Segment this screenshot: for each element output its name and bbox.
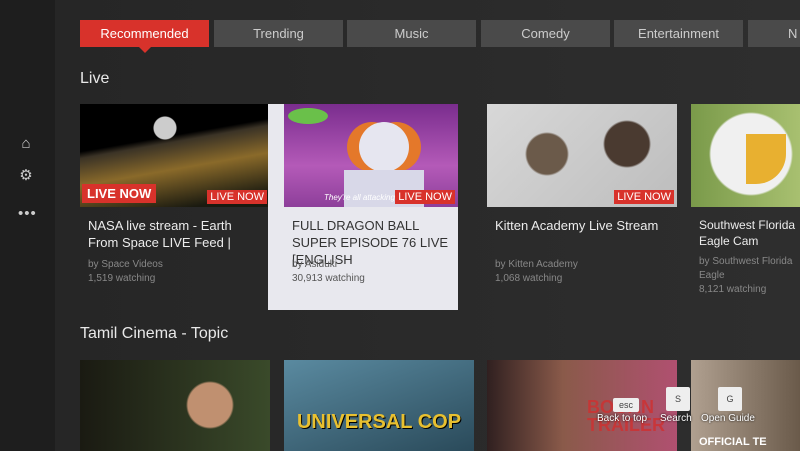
video-thumbnail[interactable] (80, 360, 270, 451)
video-thumbnail: LIVE NOW LIVE NOW (80, 104, 270, 207)
active-tab-indicator (139, 47, 151, 53)
video-thumbnail: LIVE NOW (487, 104, 677, 207)
video-meta: 1,068 watching (495, 273, 563, 284)
thumbnail-text: UNIVERSAL COP (296, 411, 462, 433)
tab-comedy[interactable]: Comedy (481, 20, 610, 47)
home-icon[interactable]: ⌂ (18, 136, 34, 152)
live-overlay-text: LIVE NOW (82, 184, 157, 203)
search-key[interactable]: S (666, 387, 690, 411)
search-label: Search (660, 413, 692, 424)
video-channel: by Space Videos (88, 259, 163, 270)
video-title: Southwest Florida Eagle Cam (699, 218, 796, 248)
video-text: Southwest Florida Eagle Cam by Southwest… (699, 217, 799, 297)
sidebar: ⌂ ⚙ ••• (0, 0, 55, 451)
video-thumbnail (691, 104, 800, 207)
tab-music[interactable]: Music (347, 20, 476, 47)
tab-entertainment[interactable]: Entertainment (614, 20, 743, 47)
back-to-top-label: Back to top (597, 413, 648, 424)
esc-key[interactable]: esc (613, 398, 639, 412)
video-meta: 30,913 watching (292, 273, 365, 284)
open-guide-label: Open Guide (701, 413, 755, 424)
video-channel: by Southwest Florida Eagle (699, 256, 793, 281)
video-card[interactable]: LIVE NOW Kitten Academy Live Stream by K… (487, 104, 677, 310)
live-badge: LIVE NOW (395, 190, 455, 204)
more-icon[interactable]: ••• (18, 206, 36, 222)
video-thumbnail[interactable]: OFFICIAL TE (691, 360, 800, 451)
shelf-title-tamil-cinema: Tamil Cinema - Topic (80, 325, 229, 342)
tab-trending[interactable]: Trending (214, 20, 343, 47)
video-card[interactable]: LIVE NOW LIVE NOW NASA live stream - Ear… (80, 104, 270, 310)
video-channel: by Asiduki (292, 259, 338, 270)
tab-next[interactable]: N (748, 20, 800, 47)
video-channel: by Kitten Academy (495, 259, 578, 270)
video-thumbnail[interactable]: UNIVERSAL COP (284, 360, 474, 451)
video-title: NASA live stream - Earth From Space LIVE… (88, 218, 232, 250)
thumbnail-text: OFFICIAL TE (699, 436, 767, 448)
shelf-title-live: Live (80, 70, 110, 87)
video-thumbnail[interactable]: BOGAN TRAILER (487, 360, 677, 451)
video-card-focused[interactable]: They're all attacking us, hu LIVE NOW FU… (268, 104, 458, 310)
tab-recommended[interactable]: Recommended (80, 20, 209, 47)
video-title: Kitten Academy Live Stream (495, 218, 659, 233)
live-badge: LIVE NOW (614, 190, 674, 204)
gear-icon[interactable]: ⚙ (18, 168, 34, 184)
video-meta: 8,121 watching (699, 284, 767, 295)
video-thumbnail: They're all attacking us, hu LIVE NOW (284, 104, 458, 207)
video-meta: 1,519 watching (88, 273, 156, 284)
guide-key[interactable]: G (718, 387, 742, 411)
live-badge: LIVE NOW (207, 190, 267, 204)
video-card[interactable]: Southwest Florida Eagle Cam by Southwest… (691, 104, 800, 310)
